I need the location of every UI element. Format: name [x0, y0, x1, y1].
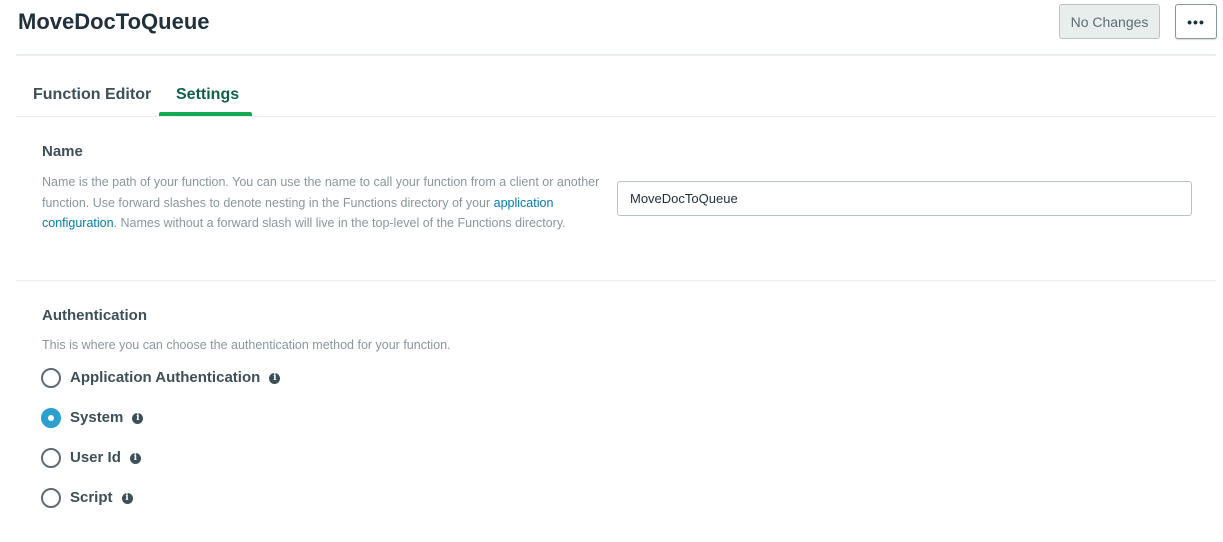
auth-section-description: This is where you can choose the authent… — [42, 338, 451, 352]
tab-settings[interactable]: Settings — [176, 85, 239, 105]
section-divider — [16, 280, 1216, 281]
info-icon[interactable]: i — [132, 412, 144, 424]
radio-label: System — [70, 409, 124, 426]
name-section-description: Name is the path of your function. You c… — [42, 172, 602, 234]
auth-section-title: Authentication — [42, 307, 147, 324]
save-changes-button[interactable]: No Changes — [1059, 4, 1160, 39]
page-title: MoveDocToQueue — [18, 9, 210, 34]
function-name-input[interactable] — [617, 181, 1192, 216]
tabs-divider — [16, 116, 1216, 117]
radio-button-selected[interactable] — [41, 408, 61, 428]
radio-label: Application Authentication — [70, 369, 261, 386]
header-divider — [16, 54, 1216, 56]
info-icon[interactable]: i — [121, 492, 133, 504]
name-section-title: Name — [42, 143, 83, 160]
radio-button[interactable] — [41, 368, 61, 388]
tab-function-editor[interactable]: Function Editor — [33, 85, 151, 105]
radio-button[interactable] — [41, 488, 61, 508]
ellipsis-icon: ••• — [1187, 13, 1205, 30]
radio-label: User Id — [70, 449, 121, 466]
more-options-button[interactable]: ••• — [1175, 4, 1217, 39]
radio-option-user-id[interactable]: User Id i — [41, 447, 141, 469]
radio-label: Script — [70, 489, 113, 506]
radio-option-application-authentication[interactable]: Application Authentication i — [41, 367, 281, 389]
radio-button[interactable] — [41, 448, 61, 468]
function-settings-page: MoveDocToQueue No Changes ••• Function E… — [0, 0, 1223, 542]
name-description-text-end: . Names without a forward slash will liv… — [113, 216, 566, 230]
info-icon[interactable]: i — [129, 452, 141, 464]
info-icon[interactable]: i — [269, 372, 281, 384]
radio-option-script[interactable]: Script i — [41, 487, 133, 509]
radio-option-system[interactable]: System i — [41, 407, 144, 429]
